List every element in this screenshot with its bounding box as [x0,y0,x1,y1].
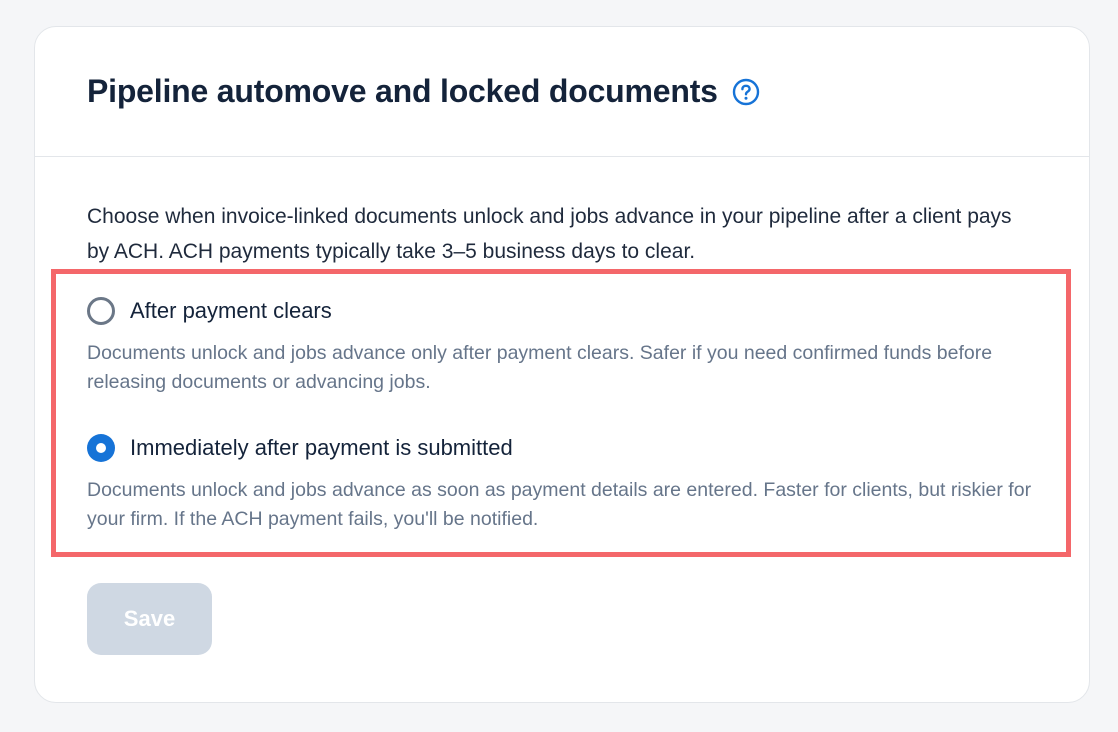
option-row[interactable]: Immediately after payment is submitted [87,434,1053,462]
option-description: Documents unlock and jobs advance as soo… [87,479,1032,530]
option-label: After payment clears [130,298,332,323]
card-header: Pipeline automove and locked documents [35,27,1089,157]
option-row[interactable]: After payment clears [87,297,1053,325]
question-circle-icon[interactable] [732,78,760,106]
option-immediately[interactable]: Immediately after payment is submitted D… [87,434,1053,534]
card-body: Choose when invoice-linked documents unl… [35,157,1089,269]
option-after-payment-clears[interactable]: After payment clears Documents unlock an… [87,297,1053,397]
settings-card: Pipeline automove and locked documents C… [34,26,1090,703]
intro-text: Choose when invoice-linked documents unl… [87,205,1012,263]
option-label: Immediately after payment is submitted [130,435,513,460]
radio-immediately[interactable] [87,434,115,462]
radio-after-payment-clears[interactable] [87,297,115,325]
option-description: Documents unlock and jobs advance only a… [87,342,993,393]
page-title: Pipeline automove and locked documents [87,73,718,109]
save-button[interactable]: Save [87,583,212,655]
